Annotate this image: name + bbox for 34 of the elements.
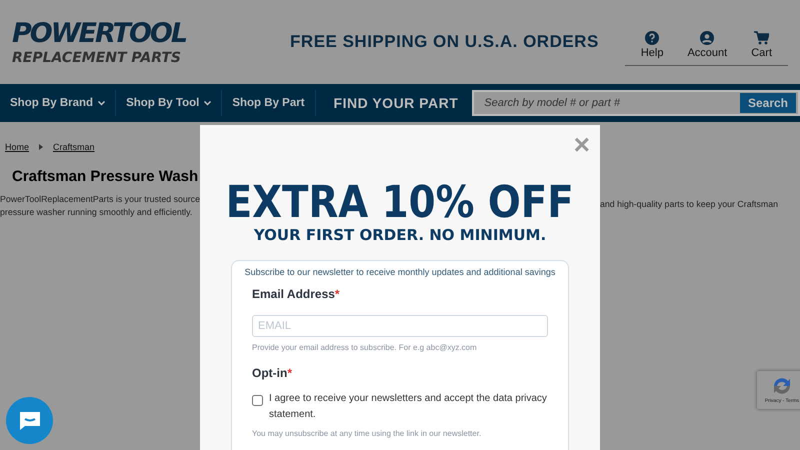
field-label: Opt-in* xyxy=(252,366,293,380)
search-field[interactable]: Search by model # or part # Search xyxy=(472,90,800,116)
discount-headline: EXTRA 10% OFF xyxy=(226,177,574,228)
newsletter-intro: Subscribe to our newsletter to receive monthly updates and additional savings xyxy=(244,267,556,277)
breadcrumb-link[interactable]: Home xyxy=(5,142,30,152)
chevron-icon xyxy=(39,144,44,150)
search-button[interactable]: Search xyxy=(740,93,796,113)
cart-icon xyxy=(754,30,770,44)
nav-item[interactable]: Shop By Part xyxy=(222,90,316,116)
field-label: Email Address* xyxy=(252,287,341,301)
page-title: Craftsman Pressure Wash xyxy=(12,168,200,185)
shipping-promo: FREE SHIPPING ON U.S.A. ORDERS xyxy=(289,32,600,52)
intro-text: and high-quality parts to keep your Craftsman xyxy=(600,198,779,211)
header-link[interactable]: Help xyxy=(640,30,664,58)
user-icon xyxy=(700,30,714,44)
optin-text: I agree to receive your newsletters and accept the data privacy statement. xyxy=(269,392,548,422)
help-icon xyxy=(645,30,660,44)
discount-subheading: YOUR FIRST ORDER. NO MINIMUM. xyxy=(254,226,546,244)
chat-button[interactable] xyxy=(6,397,53,444)
header-link[interactable]: Cart xyxy=(751,30,772,58)
help-text: You may unsubscribe at any time using the link in our newsletter. xyxy=(252,429,482,438)
intro-text: pressure washer running smoothly and efficiently. xyxy=(0,206,194,219)
nav-item[interactable]: Shop By Tool xyxy=(116,90,222,116)
email-input[interactable]: EMAIL xyxy=(252,315,548,337)
chat-icon xyxy=(18,410,40,430)
logo-title[interactable]: POWERTOOL xyxy=(12,18,272,50)
find-part-label: FIND YOUR PART xyxy=(334,95,458,111)
breadcrumb-link[interactable]: Craftsman xyxy=(53,142,95,152)
intro-text: PowerToolReplacementParts is your trusted source xyxy=(0,193,200,206)
optin-checkbox[interactable] xyxy=(252,395,263,406)
help-text: Provide your email address to subscribe. For e.g abc@xyz.com xyxy=(252,343,478,352)
header-link[interactable]: Account xyxy=(687,30,728,58)
nav-item[interactable]: Shop By Brand xyxy=(0,90,116,116)
logo-subtitle[interactable]: REPLACEMENT PARTS xyxy=(12,50,272,66)
